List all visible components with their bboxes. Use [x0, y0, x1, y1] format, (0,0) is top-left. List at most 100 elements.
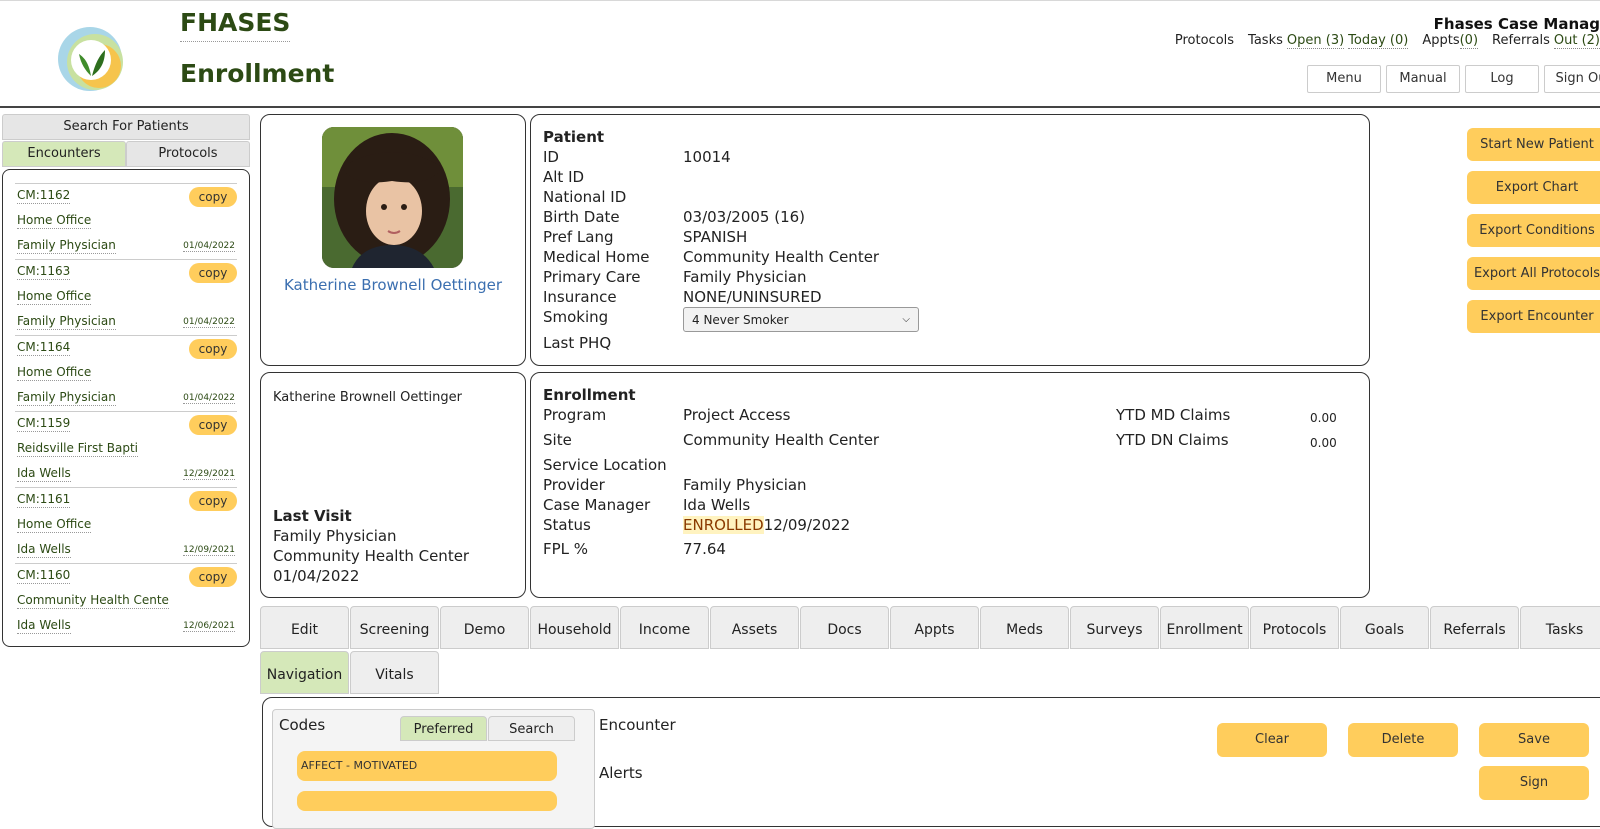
encounter-location[interactable]: Home Office [17, 289, 92, 305]
tab-tasks[interactable]: Tasks [1520, 606, 1600, 649]
encounter-item[interactable]: CM:1164 copy Home Office Family Physician 01… [15, 335, 237, 411]
encounter-id[interactable]: CM:1163 [17, 264, 71, 280]
encounter-item[interactable]: CM:1163 copy Home Office Family Physician 01… [15, 259, 237, 335]
menu-button[interactable]: Menu [1307, 65, 1381, 93]
export-encounter-button[interactable]: Export Encounter [1467, 300, 1600, 333]
manual-button[interactable]: Manual [1386, 65, 1460, 93]
copy-button[interactable]: copy [189, 567, 237, 587]
search-patients-tab[interactable]: Search For Patients [2, 114, 250, 140]
encounter-date[interactable]: 01/04/2022 [183, 393, 235, 404]
last-visit-date: 01/04/2022 [273, 567, 360, 585]
tab-edit[interactable]: Edit [260, 606, 349, 649]
export-all-protocols-button[interactable]: Export All Protocols [1467, 257, 1600, 290]
encounter-provider[interactable]: Ida Wells [17, 618, 71, 634]
tab-appts[interactable]: Appts [890, 606, 979, 649]
copy-button[interactable]: copy [189, 339, 237, 359]
encounter-provider[interactable]: Family Physician [17, 390, 116, 406]
encounter-item[interactable]: CM:1162 copy Home Office Family Physician 01… [15, 183, 237, 259]
save-button[interactable]: Save [1479, 723, 1589, 757]
tab-encounters[interactable]: Encounters [2, 141, 126, 167]
clear-button[interactable]: Clear [1217, 723, 1327, 757]
status-badge: ENROLLED [683, 516, 764, 534]
tab-referrals[interactable]: Referrals [1430, 606, 1519, 649]
encounter-provider[interactable]: Ida Wells [17, 542, 71, 558]
value-ytd-md-claims: 0.00 [1310, 411, 1337, 425]
encounter-location[interactable]: Home Office [17, 365, 92, 381]
encounter-location[interactable]: Reidsville First Bapti [17, 441, 138, 457]
patient-name-link[interactable]: Katherine Brownell Oettinger [262, 276, 524, 294]
export-conditions-button[interactable]: Export Conditions [1467, 214, 1600, 247]
sign-button[interactable]: Sign [1479, 766, 1589, 800]
tab-preferred[interactable]: Preferred [400, 716, 487, 741]
nav-tasks-today[interactable]: Today (0) [1348, 33, 1409, 49]
tab-protocols[interactable]: Protocols [126, 141, 250, 167]
log-button[interactable]: Log [1465, 65, 1539, 93]
tab-demo[interactable]: Demo [440, 606, 529, 649]
delete-button[interactable]: Delete [1348, 723, 1458, 757]
nav-appts-count[interactable]: (0) [1459, 33, 1479, 49]
tab-enrollment[interactable]: Enrollment [1160, 606, 1249, 649]
copy-button[interactable]: copy [189, 491, 237, 511]
export-chart-button[interactable]: Export Chart [1467, 171, 1600, 204]
value-id: 10014 [683, 148, 731, 166]
nav-referrals-out[interactable]: Out (2) [1553, 33, 1600, 49]
encounter-list: CM:1162 copy Home Office Family Physician 01… [2, 169, 250, 647]
sign-out-button[interactable]: Sign Ou [1544, 65, 1600, 93]
encounter-id[interactable]: CM:1160 [17, 568, 71, 584]
encounter-id[interactable]: CM:1164 [17, 340, 71, 356]
nav-tasks-open[interactable]: Open (3) [1286, 33, 1345, 49]
alerts-title: Alerts [599, 764, 643, 782]
encounter-date[interactable]: 12/06/2021 [183, 621, 235, 632]
tab-meds[interactable]: Meds [980, 606, 1069, 649]
encounter-id[interactable]: CM:1162 [17, 188, 71, 204]
copy-button[interactable]: copy [189, 187, 237, 207]
tab-docs[interactable]: Docs [800, 606, 889, 649]
patient-details-panel [530, 114, 1370, 366]
encounter-provider[interactable]: Family Physician [17, 238, 116, 254]
start-new-patient-button[interactable]: Start New Patient [1467, 128, 1600, 161]
chevron-down-icon: ⌵ [902, 314, 910, 325]
tab-income[interactable]: Income [620, 606, 709, 649]
encounter-provider[interactable]: Ida Wells [17, 466, 71, 482]
label-provider: Provider [543, 476, 605, 494]
nav-referrals-label: Referrals [1492, 33, 1550, 48]
brand-title[interactable]: FHASES [180, 8, 291, 42]
encounter-location[interactable]: Home Office [17, 517, 92, 533]
codes-title: Codes [279, 716, 326, 734]
label-primary-care: Primary Care [543, 268, 641, 286]
encounter-location[interactable]: Community Health Cente [17, 593, 169, 609]
nav-protocols[interactable]: Protocols [1175, 33, 1234, 48]
label-status: Status [543, 516, 591, 534]
header-divider [0, 106, 1600, 108]
last-visit-provider: Family Physician [273, 527, 397, 545]
encounter-date[interactable]: 01/04/2022 [183, 241, 235, 252]
encounter-date[interactable]: 12/09/2021 [183, 545, 235, 556]
tab-vitals[interactable]: Vitals [350, 651, 439, 694]
encounter-provider[interactable]: Family Physician [17, 314, 116, 330]
tab-protocols[interactable]: Protocols [1250, 606, 1339, 649]
encounter-item[interactable]: CM:1161 copy Home Office Ida Wells 12/09/202… [15, 487, 237, 563]
encounter-date[interactable]: 12/29/2021 [183, 469, 235, 480]
tab-goals[interactable]: Goals [1340, 606, 1429, 649]
tab-navigation[interactable]: Navigation [260, 651, 349, 694]
encounter-item[interactable]: CM:1159 copy Reidsville First Bapti Ida Wel… [15, 411, 237, 487]
tab-surveys[interactable]: Surveys [1070, 606, 1159, 649]
smoking-select[interactable]: 4 Never Smoker ⌵ [683, 307, 919, 332]
encounter-id[interactable]: CM:1161 [17, 492, 71, 508]
code-item[interactable] [297, 791, 557, 811]
tab-screening[interactable]: Screening [350, 606, 439, 649]
label-pref-lang: Pref Lang [543, 228, 614, 246]
encounter-date[interactable]: 01/04/2022 [183, 317, 235, 328]
encounter-location[interactable]: Home Office [17, 213, 92, 229]
patient-name-small: Katherine Brownell Oettinger [273, 390, 462, 405]
copy-button[interactable]: copy [189, 263, 237, 283]
encounter-id[interactable]: CM:1159 [17, 416, 71, 432]
encounter-item[interactable]: CM:1160 copy Community Health Cente Ida Wel… [15, 563, 237, 639]
tab-assets[interactable]: Assets [710, 606, 799, 649]
code-item[interactable]: AFFECT - MOTIVATED [297, 751, 557, 781]
tab-code-search[interactable]: Search [488, 716, 575, 741]
copy-button[interactable]: copy [189, 415, 237, 435]
tab-household[interactable]: Household [530, 606, 619, 649]
value-status: ENROLLED12/09/2022 [683, 516, 850, 534]
nav-appts-label: Appts [1422, 33, 1460, 48]
